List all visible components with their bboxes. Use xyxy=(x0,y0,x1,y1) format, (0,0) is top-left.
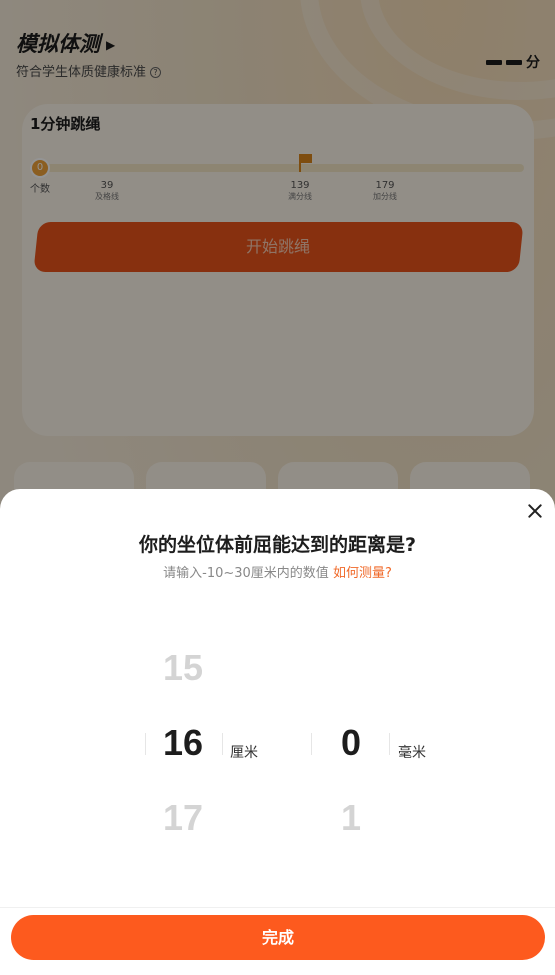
picker-divider xyxy=(222,733,223,755)
sheet-hint-text: 请输入-10~30厘米内的数值 xyxy=(163,566,329,581)
distance-input-sheet: 你的坐位体前屈能达到的距离是? 请输入-10~30厘米内的数值 如何测量? 15… xyxy=(0,489,555,975)
mm-option-selected[interactable]: 0 xyxy=(306,723,396,763)
cm-option-next[interactable]: 17 xyxy=(138,798,228,838)
cm-unit-label: 厘米 xyxy=(230,745,258,761)
sheet-title: 你的坐位体前屈能达到的距离是? xyxy=(138,534,417,556)
picker-divider xyxy=(145,733,146,755)
picker-divider xyxy=(389,733,390,755)
picker-divider xyxy=(311,733,312,755)
mm-option-next[interactable]: 1 xyxy=(306,798,396,838)
how-to-measure-link[interactable]: 如何测量? xyxy=(333,566,392,581)
cm-option-selected[interactable]: 16 xyxy=(138,723,228,763)
close-icon[interactable] xyxy=(527,503,543,519)
footer-divider xyxy=(0,907,555,908)
done-button[interactable]: 完成 xyxy=(11,915,545,960)
cm-option-prev[interactable]: 15 xyxy=(138,648,228,688)
mm-unit-label: 毫米 xyxy=(398,745,426,761)
sheet-hint: 请输入-10~30厘米内的数值 如何测量? xyxy=(0,562,555,581)
